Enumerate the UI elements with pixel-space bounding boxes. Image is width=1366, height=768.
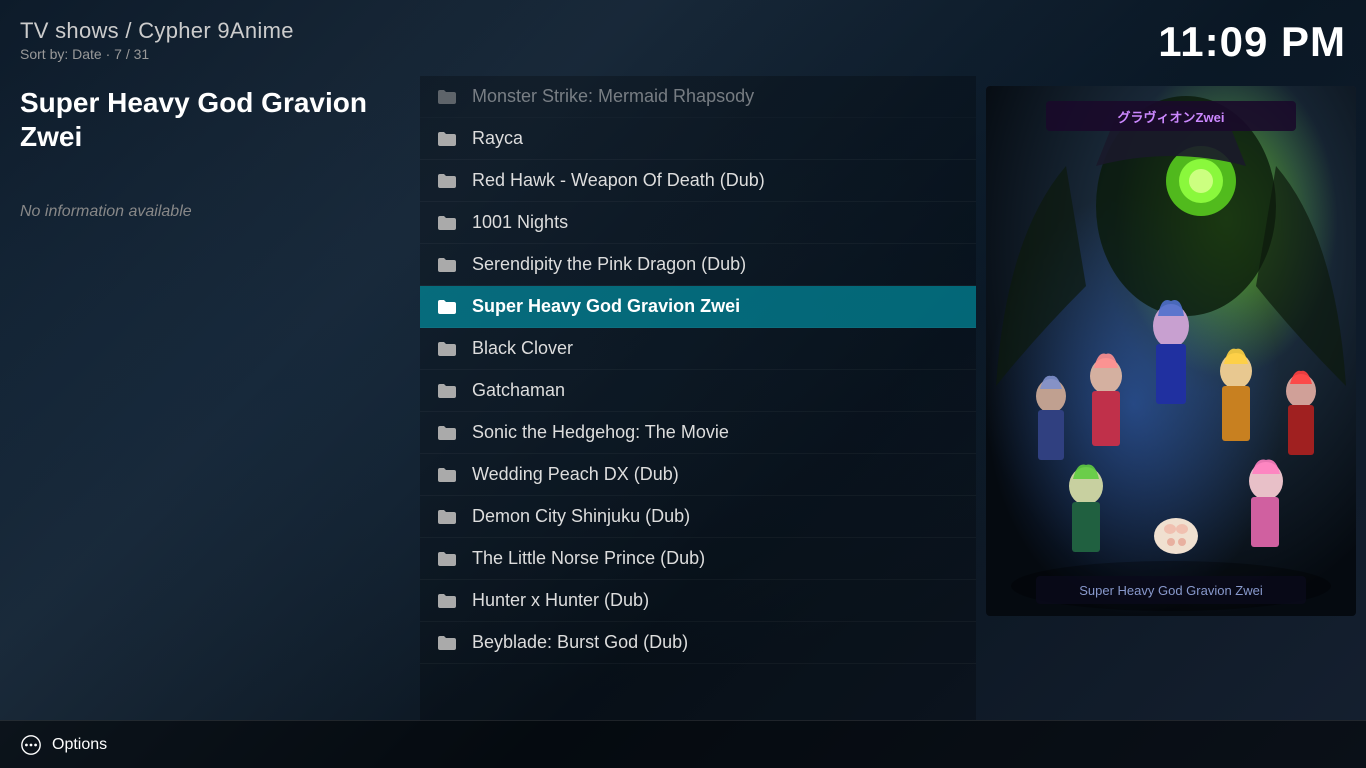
anime-artwork: グラヴィオンZwei bbox=[986, 86, 1356, 616]
header: TV shows / Cypher 9Anime Sort by: Date ·… bbox=[0, 0, 1366, 76]
list-item[interactable]: The Little Norse Prince (Dub) bbox=[420, 538, 976, 580]
folder-icon bbox=[436, 130, 458, 148]
list-item-label: Rayca bbox=[472, 128, 523, 149]
list-item-label: Super Heavy God Gravion Zwei bbox=[472, 296, 740, 317]
list-item-label: Sonic the Hedgehog: The Movie bbox=[472, 422, 729, 443]
folder-icon bbox=[436, 466, 458, 484]
no-info-text: No information available bbox=[20, 203, 400, 221]
list-item[interactable]: Rayca bbox=[420, 118, 976, 160]
main-layout: TV shows / Cypher 9Anime Sort by: Date ·… bbox=[0, 0, 1366, 768]
list-item[interactable]: Hunter x Hunter (Dub) bbox=[420, 580, 976, 622]
list-item-label: Beyblade: Burst God (Dub) bbox=[472, 632, 688, 653]
folder-icon bbox=[436, 256, 458, 274]
svg-text:グラヴィオンZwei: グラヴィオンZwei bbox=[1118, 110, 1225, 125]
list-item-label: Hunter x Hunter (Dub) bbox=[472, 590, 649, 611]
list-item-label: Monster Strike: Mermaid Rhapsody bbox=[472, 86, 754, 107]
selected-item-title: Super Heavy God Gravion Zwei bbox=[20, 86, 400, 153]
header-left: TV shows / Cypher 9Anime Sort by: Date ·… bbox=[20, 18, 294, 62]
list-item[interactable]: Sonic the Hedgehog: The Movie bbox=[420, 412, 976, 454]
list-item-label: Gatchaman bbox=[472, 380, 565, 401]
list-item-label: Demon City Shinjuku (Dub) bbox=[472, 506, 690, 527]
folder-icon bbox=[436, 592, 458, 610]
folder-icon bbox=[436, 298, 458, 316]
list-item[interactable]: Red Hawk - Weapon Of Death (Dub) bbox=[420, 160, 976, 202]
list-item[interactable]: Serendipity the Pink Dragon (Dub) bbox=[420, 244, 976, 286]
list-item-label: The Little Norse Prince (Dub) bbox=[472, 548, 705, 569]
folder-icon bbox=[436, 634, 458, 652]
anime-art-svg: グラヴィオンZwei bbox=[986, 86, 1356, 616]
list-item[interactable]: Wedding Peach DX (Dub) bbox=[420, 454, 976, 496]
sort-info: Sort by: Date · 7 / 31 bbox=[20, 46, 294, 62]
list-item[interactable]: Super Heavy God Gravion Zwei bbox=[420, 286, 976, 328]
folder-icon bbox=[436, 550, 458, 568]
list-panel: Monster Strike: Mermaid Rhapsody Rayca R… bbox=[420, 76, 976, 720]
list-item[interactable]: Black Clover bbox=[420, 328, 976, 370]
list-item[interactable]: Monster Strike: Mermaid Rhapsody bbox=[420, 76, 976, 118]
main-content: Super Heavy God Gravion Zwei No informat… bbox=[0, 76, 1366, 720]
thumbnail-image: グラヴィオンZwei bbox=[986, 86, 1356, 616]
bottom-bar: Options bbox=[0, 720, 1366, 768]
folder-icon bbox=[436, 214, 458, 232]
folder-icon bbox=[436, 172, 458, 190]
options-label: Options bbox=[52, 736, 107, 754]
folder-icon bbox=[436, 88, 458, 106]
list-item-label: Wedding Peach DX (Dub) bbox=[472, 464, 679, 485]
list-item[interactable]: Gatchaman bbox=[420, 370, 976, 412]
list-item[interactable]: Demon City Shinjuku (Dub) bbox=[420, 496, 976, 538]
clock: 11:09 PM bbox=[1158, 18, 1346, 66]
thumbnail-panel: グラヴィオンZwei bbox=[976, 76, 1366, 720]
list-item-label: Serendipity the Pink Dragon (Dub) bbox=[472, 254, 746, 275]
list-item[interactable]: 1001 Nights bbox=[420, 202, 976, 244]
folder-icon bbox=[436, 508, 458, 526]
list-item-label: Black Clover bbox=[472, 338, 573, 359]
breadcrumb: TV shows / Cypher 9Anime bbox=[20, 18, 294, 44]
list-item-label: Red Hawk - Weapon Of Death (Dub) bbox=[472, 170, 765, 191]
folder-icon bbox=[436, 382, 458, 400]
options-button[interactable]: Options bbox=[20, 734, 107, 756]
list-item-label: 1001 Nights bbox=[472, 212, 568, 233]
folder-icon bbox=[436, 424, 458, 442]
list-item[interactable]: Beyblade: Burst God (Dub) bbox=[420, 622, 976, 664]
svg-text:Super Heavy God Gravion Zwei: Super Heavy God Gravion Zwei bbox=[1079, 583, 1263, 598]
options-icon bbox=[20, 734, 42, 756]
info-panel: Super Heavy God Gravion Zwei No informat… bbox=[0, 76, 420, 720]
folder-icon bbox=[436, 340, 458, 358]
